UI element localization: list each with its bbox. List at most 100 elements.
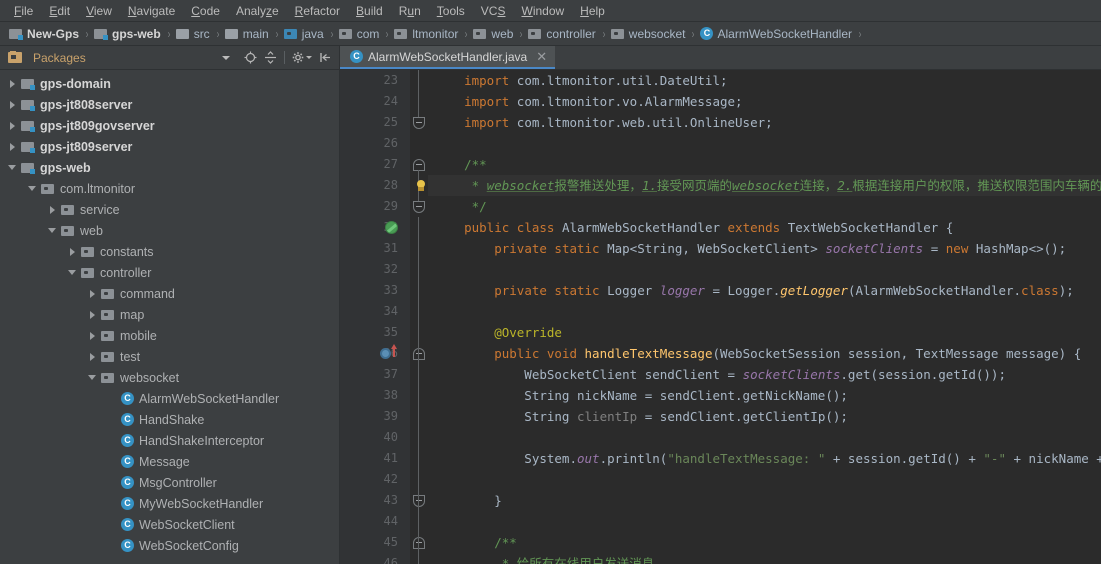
tree-node-test[interactable]: test — [0, 346, 339, 367]
settings-gear-icon[interactable] — [290, 49, 314, 67]
fold-marker[interactable] — [413, 348, 425, 360]
intention-bulb-icon[interactable] — [415, 180, 427, 193]
code-line-30[interactable]: public class AlarmWebSocketHandler exten… — [428, 217, 1101, 238]
code-line-23[interactable]: import com.ltmonitor.util.DateUtil; — [428, 70, 1101, 91]
code-line-28[interactable]: * websocket报警推送处理，1.接受网页端的websocket连接，2.… — [428, 175, 1101, 196]
code-line-41[interactable]: System.out.println("handleTextMessage: "… — [428, 448, 1101, 469]
editor-gutter[interactable]: 2324252627282930313233343536373839404142… — [340, 70, 410, 564]
code-line-33[interactable]: private static Logger logger = Logger.ge… — [428, 280, 1101, 301]
close-icon[interactable]: ✕ — [536, 49, 547, 65]
breadcrumb-item-alarmwebsockethandler[interactable]: C AlarmWebSocketHandler — [697, 26, 855, 42]
tree-node-msgcontroller[interactable]: C MsgController — [0, 472, 339, 493]
tree-node-handshake[interactable]: C HandShake — [0, 409, 339, 430]
code-line-39[interactable]: String clientIp = sendClient.getClientIp… — [428, 406, 1101, 427]
fold-marker[interactable] — [413, 159, 425, 171]
locate-icon[interactable] — [241, 49, 259, 67]
chevron-right-icon[interactable] — [6, 98, 19, 111]
menu-item-build[interactable]: Build — [348, 2, 391, 20]
chevron-right-icon[interactable] — [86, 329, 99, 342]
tree-node-gps-web[interactable]: gps-web — [0, 157, 339, 178]
code-line-31[interactable]: private static Map<String, WebSocketClie… — [428, 238, 1101, 259]
code-line-45[interactable]: /** — [428, 532, 1101, 553]
tree-node-handshakeinterceptor[interactable]: C HandShakeInterceptor — [0, 430, 339, 451]
project-scope-label[interactable]: Packages — [33, 51, 86, 65]
chevron-down-icon[interactable] — [86, 371, 99, 384]
menu-item-file[interactable]: File — [6, 2, 41, 20]
code-text-area[interactable]: import com.ltmonitor.util.DateUtil; impo… — [428, 70, 1101, 564]
code-line-34[interactable] — [428, 301, 1101, 322]
menu-item-vcs[interactable]: VCS — [473, 2, 514, 20]
code-line-42[interactable] — [428, 469, 1101, 490]
chevron-down-icon[interactable] — [222, 55, 230, 60]
gutter-markers[interactable] — [340, 70, 410, 564]
code-line-38[interactable]: String nickName = sendClient.getNickName… — [428, 385, 1101, 406]
breadcrumb-item-src[interactable]: src — [173, 26, 213, 42]
tree-node-websocketclient[interactable]: C WebSocketClient — [0, 514, 339, 535]
fold-marker[interactable] — [413, 117, 425, 129]
menu-item-refactor[interactable]: Refactor — [287, 2, 348, 20]
chevron-down-icon[interactable] — [46, 224, 59, 237]
menu-item-window[interactable]: Window — [513, 2, 572, 20]
code-folding-column[interactable] — [410, 70, 428, 564]
chevron-right-icon[interactable] — [86, 308, 99, 321]
collapse-all-icon[interactable] — [261, 49, 279, 67]
tree-node-websocket[interactable]: websocket — [0, 367, 339, 388]
code-line-35[interactable]: @Override — [428, 322, 1101, 343]
tree-node-mobile[interactable]: mobile — [0, 325, 339, 346]
tree-node-map[interactable]: map — [0, 304, 339, 325]
code-line-32[interactable] — [428, 259, 1101, 280]
project-tree[interactable]: gps-domain gps-jt808server gps-jt809govser… — [0, 70, 339, 564]
tree-node-web[interactable]: web — [0, 220, 339, 241]
tree-node-controller[interactable]: controller — [0, 262, 339, 283]
code-line-25[interactable]: import com.ltmonitor.web.util.OnlineUser… — [428, 112, 1101, 133]
tree-node-service[interactable]: service — [0, 199, 339, 220]
chevron-right-icon[interactable] — [86, 350, 99, 363]
override-method-icon[interactable] — [380, 348, 391, 359]
fold-marker[interactable] — [413, 537, 425, 549]
menu-item-navigate[interactable]: Navigate — [120, 2, 183, 20]
chevron-right-icon[interactable] — [46, 203, 59, 216]
tree-node-gps-jt808server[interactable]: gps-jt808server — [0, 94, 339, 115]
breadcrumb-item-com[interactable]: com — [336, 26, 383, 42]
code-line-24[interactable]: import com.ltmonitor.vo.AlarmMessage; — [428, 91, 1101, 112]
tree-node-message[interactable]: C Message — [0, 451, 339, 472]
code-line-36[interactable]: public void handleTextMessage(WebSocketS… — [428, 343, 1101, 364]
menu-item-run[interactable]: Run — [391, 2, 429, 20]
code-line-26[interactable] — [428, 133, 1101, 154]
code-line-44[interactable] — [428, 511, 1101, 532]
editor-tab-alarmwebsockethandler[interactable]: C AlarmWebSocketHandler.java ✕ — [340, 46, 556, 69]
fold-marker[interactable] — [413, 201, 425, 213]
chevron-down-icon[interactable] — [66, 266, 79, 279]
chevron-right-icon[interactable] — [6, 119, 19, 132]
chevron-right-icon[interactable] — [66, 245, 79, 258]
chevron-right-icon[interactable] — [6, 77, 19, 90]
tree-node-websocketconfig[interactable]: C WebSocketConfig — [0, 535, 339, 556]
menu-item-analyze[interactable]: Analyze — [228, 2, 287, 20]
chevron-down-icon[interactable] — [26, 182, 39, 195]
chevron-right-icon[interactable] — [6, 140, 19, 153]
hide-panel-icon[interactable] — [316, 49, 334, 67]
tree-node-mywebsockethandler[interactable]: C MyWebSocketHandler — [0, 493, 339, 514]
breadcrumb-item-java[interactable]: java — [281, 26, 327, 42]
tree-node-constants[interactable]: constants — [0, 241, 339, 262]
breadcrumb-item-controller[interactable]: controller — [525, 26, 598, 42]
breadcrumb-item-new-gps[interactable]: New-Gps — [6, 26, 82, 42]
tree-node-gps-domain[interactable]: gps-domain — [0, 73, 339, 94]
menu-item-edit[interactable]: Edit — [41, 2, 78, 20]
breadcrumb-item-websocket[interactable]: websocket — [608, 26, 689, 42]
menu-item-tools[interactable]: Tools — [429, 2, 473, 20]
menu-item-help[interactable]: Help — [572, 2, 613, 20]
code-line-43[interactable]: } — [428, 490, 1101, 511]
tree-node-gps-jt809govserver[interactable]: gps-jt809govserver — [0, 115, 339, 136]
breadcrumb-item-web[interactable]: web — [470, 26, 516, 42]
breadcrumb-item-gps-web[interactable]: gps-web — [91, 26, 164, 42]
chevron-right-icon[interactable] — [86, 287, 99, 300]
breadcrumb-item-main[interactable]: main — [222, 26, 272, 42]
run-class-icon[interactable] — [385, 221, 398, 234]
fold-marker[interactable] — [413, 495, 425, 507]
chevron-down-icon[interactable] — [6, 161, 19, 174]
code-line-29[interactable]: */ — [428, 196, 1101, 217]
code-line-46[interactable]: * 给所有在线用户发送消息 — [428, 553, 1101, 564]
code-line-40[interactable] — [428, 427, 1101, 448]
menu-item-view[interactable]: View — [78, 2, 120, 20]
